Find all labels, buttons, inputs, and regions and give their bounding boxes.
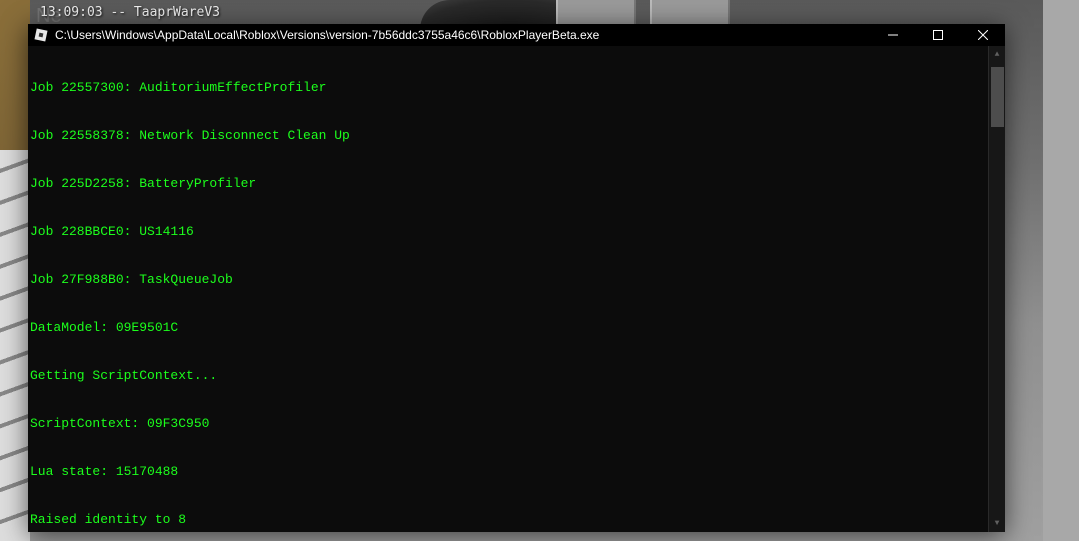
hud-timestamp: 13:09:03 -- TaaprWareV3 [40,5,220,20]
maximize-button[interactable] [915,24,960,46]
minimize-button[interactable] [870,24,915,46]
game-background-right [1043,0,1079,541]
console-line: Job 22558378: Network Disconnect Clean U… [30,128,986,144]
close-button[interactable] [960,24,1005,46]
window-title: C:\Users\Windows\AppData\Local\Roblox\Ve… [55,28,870,42]
console-line: Raised identity to 8 [30,512,986,528]
console-line: Getting ScriptContext... [30,368,986,384]
console-line: Job 22557300: AuditoriumEffectProfiler [30,80,986,96]
roblox-icon [34,28,48,42]
game-ground-tiles [0,150,30,541]
console-output[interactable]: Job 22557300: AuditoriumEffectProfiler J… [28,46,988,532]
console-line: Job 225D2258: BatteryProfiler [30,176,986,192]
console-line: ScriptContext: 09F3C950 [30,416,986,432]
console-line: Lua state: 15170488 [30,464,986,480]
console-body: Job 22557300: AuditoriumEffectProfiler J… [28,46,1005,532]
window-titlebar[interactable]: C:\Users\Windows\AppData\Local\Roblox\Ve… [28,24,1005,46]
scroll-track[interactable] [989,63,1005,515]
console-line: Job 228BBCE0: US14116 [30,224,986,240]
scroll-thumb[interactable] [991,67,1004,127]
vertical-scrollbar[interactable]: ▲ ▼ [988,46,1005,532]
scroll-down-arrow-icon[interactable]: ▼ [989,515,1005,532]
console-window: C:\Users\Windows\AppData\Local\Roblox\Ve… [28,24,1005,532]
scroll-up-arrow-icon[interactable]: ▲ [989,46,1005,63]
window-caption-buttons [870,24,1005,46]
console-line: Job 27F988B0: TaskQueueJob [30,272,986,288]
console-line: DataModel: 09E9501C [30,320,986,336]
